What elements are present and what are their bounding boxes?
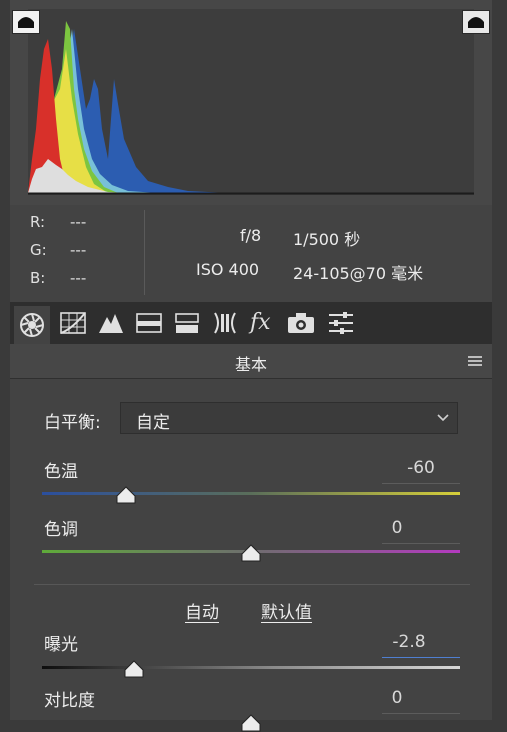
tab-presets[interactable] <box>326 308 356 338</box>
exif-shutter: 1/500 秒 <box>293 230 361 249</box>
grid-curve-icon <box>60 312 86 334</box>
tab-effects[interactable]: fx <box>248 306 278 336</box>
g-label: G: <box>30 241 47 259</box>
tab-camera-calibration[interactable] <box>286 308 316 338</box>
tab-tone-curve[interactable] <box>58 308 88 338</box>
section-divider <box>34 584 470 585</box>
mountains-icon <box>99 314 123 333</box>
tab-lens-corrections[interactable] <box>210 308 240 338</box>
r-label: R: <box>30 213 46 231</box>
tint-value-underline <box>382 543 460 544</box>
shadow-clipping-icon <box>18 17 34 28</box>
exposure-value-underline <box>382 657 460 658</box>
chevron-down-icon <box>437 414 449 422</box>
tab-detail[interactable] <box>96 308 126 338</box>
temperature-value-underline <box>382 483 460 484</box>
contrast-value[interactable]: 0 <box>358 688 436 708</box>
exposure-value[interactable]: -2.8 <box>370 632 448 652</box>
sliders-icon <box>329 312 353 334</box>
highlight-clipping-icon <box>468 17 484 28</box>
contrast-label: 对比度 <box>44 691 95 711</box>
tint-value[interactable]: 0 <box>358 518 436 538</box>
section-title: 基本 <box>234 355 267 374</box>
temperature-value[interactable]: -60 <box>382 458 460 478</box>
auto-link[interactable]: 自动 <box>185 598 219 623</box>
tint-slider-thumb[interactable] <box>241 544 261 562</box>
g-value: --- <box>70 241 87 259</box>
contrast-slider-thumb[interactable] <box>241 714 261 732</box>
section-header: 基本 <box>10 344 492 379</box>
temperature-track[interactable] <box>42 492 460 495</box>
white-balance-label: 白平衡: <box>44 413 101 433</box>
b-value: --- <box>70 269 87 287</box>
histogram-graph <box>28 21 474 195</box>
exposure-label: 曝光 <box>44 635 78 655</box>
shadow-clipping-toggle[interactable] <box>12 10 40 34</box>
svg-text:fx: fx <box>248 310 271 334</box>
aperture-icon <box>20 313 44 337</box>
panel-menu-icon[interactable] <box>468 356 482 366</box>
tint-label: 色调 <box>44 520 78 540</box>
camera-icon <box>288 313 314 333</box>
default-link[interactable]: 默认值 <box>261 598 312 623</box>
tab-split-toning[interactable] <box>172 308 202 338</box>
hsl-icon <box>136 313 162 333</box>
b-label: B: <box>30 269 46 287</box>
exposure-slider-thumb[interactable] <box>124 660 144 678</box>
highlight-clipping-toggle[interactable] <box>462 10 490 34</box>
fx-icon: fx <box>248 310 271 334</box>
histogram <box>28 9 474 195</box>
exposure-track[interactable] <box>42 666 460 669</box>
exif-aperture: f/8 <box>240 226 262 245</box>
white-balance-value: 自定 <box>136 413 170 433</box>
exif-iso: ISO 400 <box>196 260 260 279</box>
r-value: --- <box>70 213 87 231</box>
exif-lens: 24-105@70 毫米 <box>293 264 424 283</box>
r-readout: R: --- <box>30 213 86 231</box>
b-readout: B: --- <box>30 269 86 287</box>
g-readout: G: --- <box>30 241 86 259</box>
tab-basic[interactable] <box>14 306 50 344</box>
split-tone-icon <box>175 313 199 333</box>
lens-icon <box>214 312 236 334</box>
temperature-slider-thumb[interactable] <box>116 486 136 504</box>
contrast-value-underline <box>382 713 460 714</box>
temperature-label: 色温 <box>44 462 78 482</box>
info-divider <box>144 210 145 295</box>
white-balance-select[interactable]: 自定 <box>120 402 458 434</box>
tab-hsl[interactable] <box>134 308 164 338</box>
